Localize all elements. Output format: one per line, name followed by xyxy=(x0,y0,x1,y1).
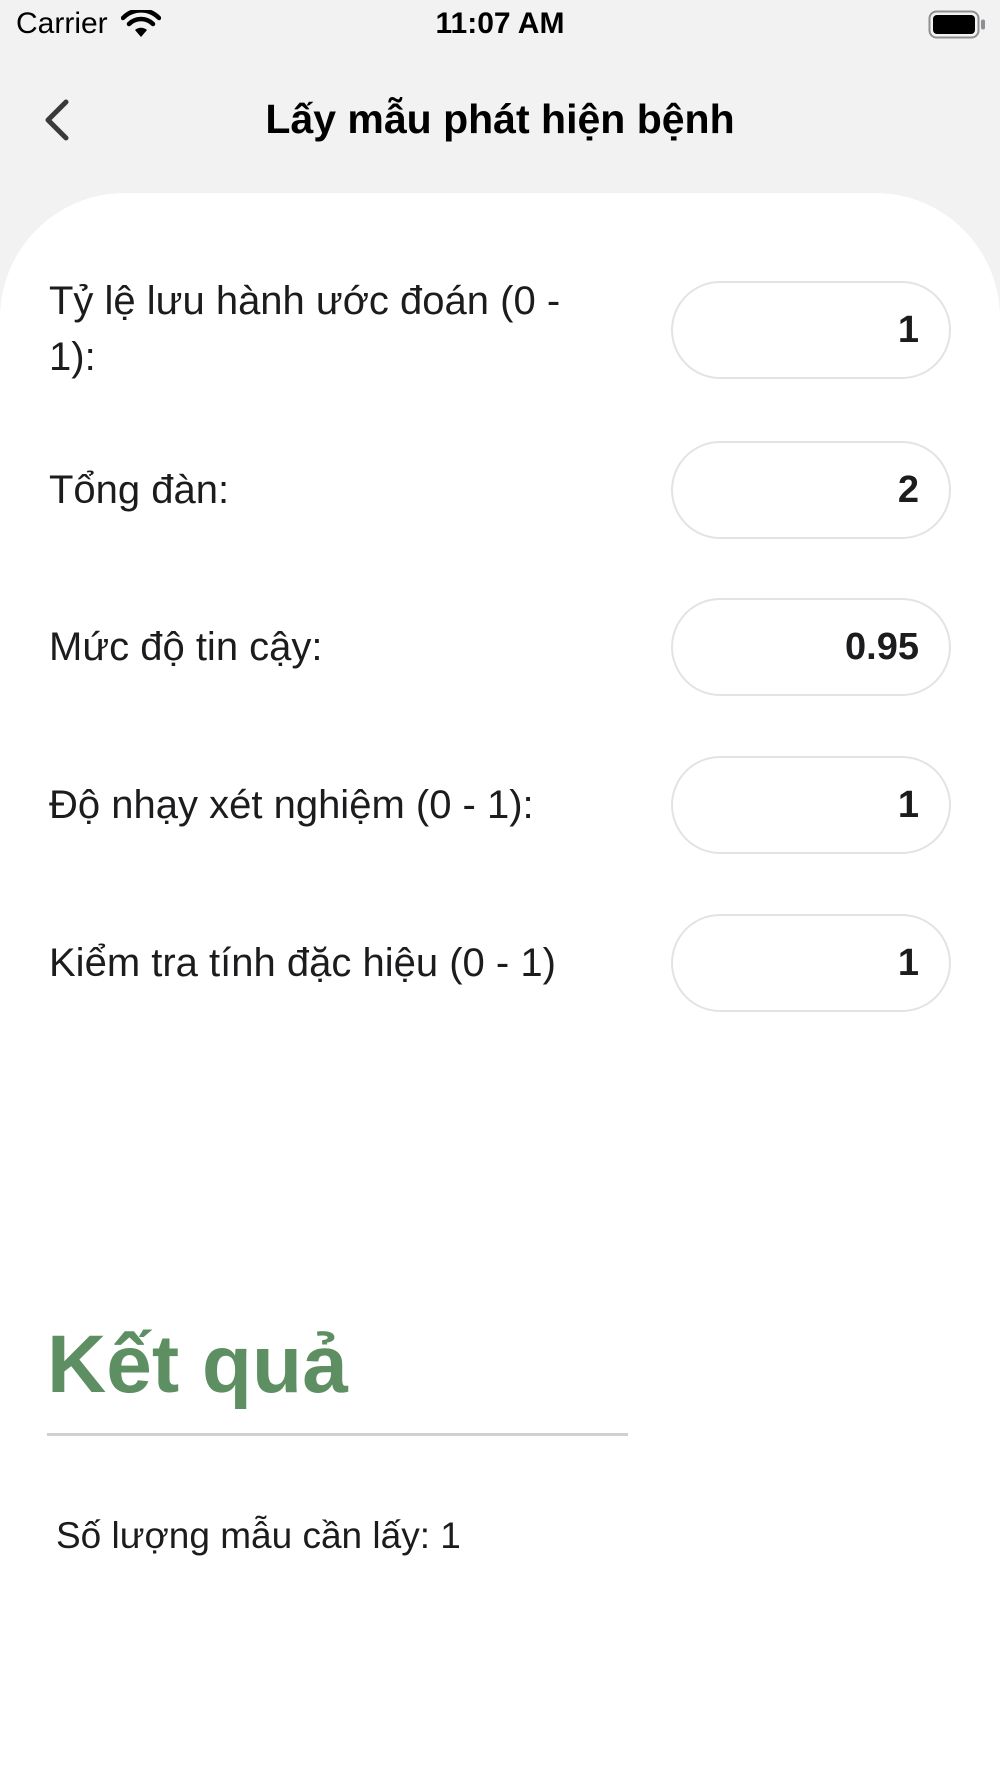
result-divider xyxy=(47,1433,628,1436)
field-label: Độ nhạy xét nghiệm (0 - 1): xyxy=(49,783,534,827)
herd-size-input[interactable] xyxy=(671,441,951,539)
nav-bar: Lấy mẫu phát hiện bệnh xyxy=(0,70,1000,175)
sensitivity-input[interactable] xyxy=(671,756,951,854)
status-bar: Carrier 11:07 AM xyxy=(0,0,1000,50)
battery-icon xyxy=(928,10,985,39)
field-specificity: Kiểm tra tính đặc hiệu (0 - 1) xyxy=(0,914,1000,1014)
status-time: 11:07 AM xyxy=(435,7,565,40)
confidence-input[interactable] xyxy=(671,598,951,696)
result-title: Kết quả xyxy=(47,1319,348,1410)
field-label: Tỷ lệ lưu hành ước đoán (0 - 1): xyxy=(49,279,561,379)
result-text: Số lượng mẫu cần lấy: 1 xyxy=(56,1515,461,1556)
field-label: Kiểm tra tính đặc hiệu (0 - 1) xyxy=(49,941,556,985)
prevalence-input[interactable] xyxy=(671,281,951,379)
form-card: Tỷ lệ lưu hành ước đoán (0 - 1): Tổng đà… xyxy=(0,193,1000,1778)
field-label: Tổng đàn: xyxy=(49,468,230,512)
field-sensitivity: Độ nhạy xét nghiệm (0 - 1): xyxy=(0,756,1000,856)
field-herd-size: Tổng đàn: xyxy=(0,441,1000,541)
field-confidence: Mức độ tin cậy: xyxy=(0,598,1000,698)
page-title: Lấy mẫu phát hiện bệnh xyxy=(265,96,735,142)
specificity-input[interactable] xyxy=(671,914,951,1012)
field-label: Mức độ tin cậy: xyxy=(49,625,323,669)
field-prevalence: Tỷ lệ lưu hành ước đoán (0 - 1): xyxy=(0,279,1000,381)
